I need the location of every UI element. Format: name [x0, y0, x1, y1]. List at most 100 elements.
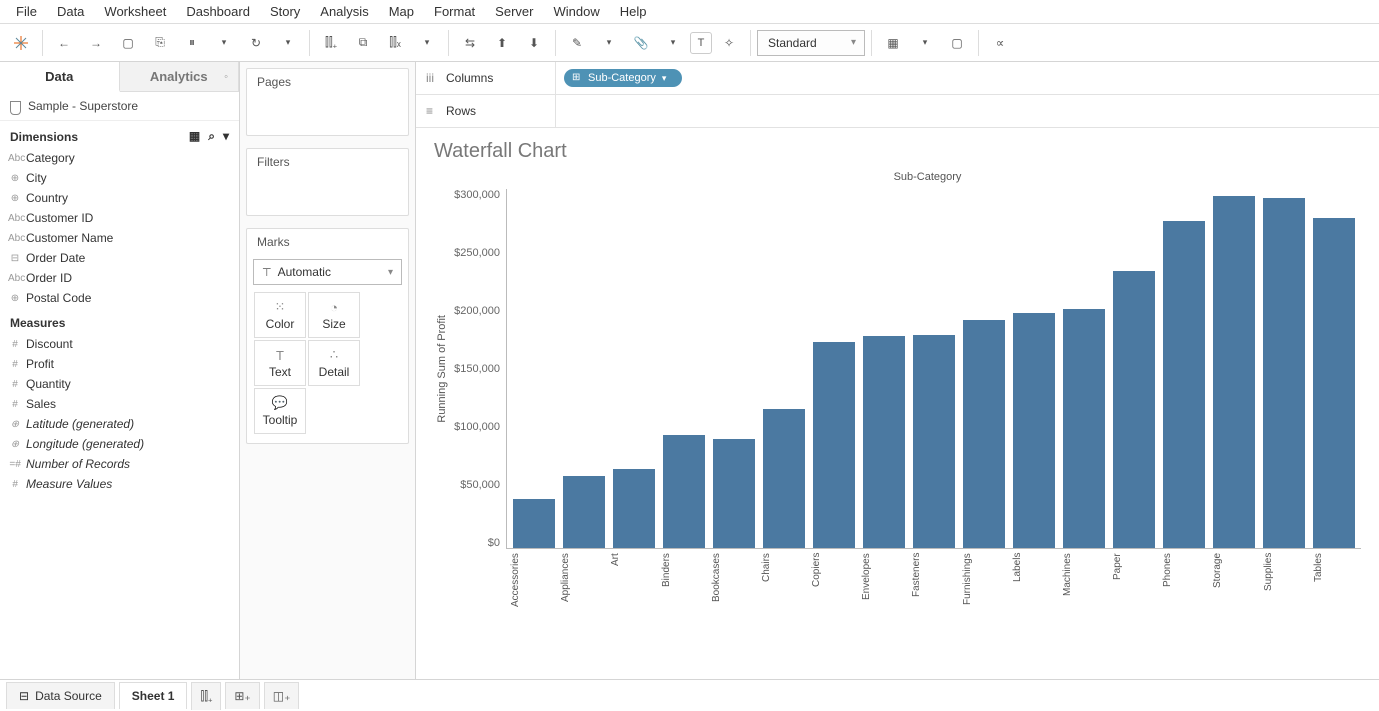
- bar-bookcases[interactable]: [713, 439, 755, 548]
- tooltip-icon: 💬: [272, 395, 288, 411]
- sort-desc-icon[interactable]: ⬇: [519, 28, 549, 58]
- new-datasource-icon[interactable]: ⎘: [145, 28, 175, 58]
- new-story-icon[interactable]: ◫₊: [264, 682, 300, 709]
- datasource-name[interactable]: Sample - Superstore: [0, 92, 239, 121]
- text-label-icon[interactable]: T: [690, 32, 712, 54]
- field-postal-code[interactable]: ⊕Postal Code: [0, 288, 239, 308]
- x-tick: Envelopes: [861, 553, 903, 623]
- x-tick: Chairs: [761, 553, 803, 623]
- type-icon: ⊟: [8, 253, 22, 264]
- field-country[interactable]: ⊕Country: [0, 188, 239, 208]
- tab-sheet1[interactable]: Sheet 1: [119, 682, 188, 709]
- field-measure-values[interactable]: #Measure Values: [0, 474, 239, 494]
- field-order-date[interactable]: ⊟Order Date: [0, 248, 239, 268]
- refresh-icon[interactable]: ↻: [241, 28, 271, 58]
- dropdown-caret-icon[interactable]: ▾: [594, 28, 624, 58]
- bar-labels[interactable]: [1013, 313, 1055, 548]
- tab-datasource[interactable]: ⊟Data Source: [6, 682, 115, 709]
- menu-caret-icon[interactable]: ▾: [223, 129, 229, 144]
- rows-shelf[interactable]: ≡Rows: [416, 95, 1379, 128]
- field-latitude-generated-[interactable]: ⊕Latitude (generated): [0, 414, 239, 434]
- field-order-id[interactable]: AbcOrder ID: [0, 268, 239, 288]
- field-profit[interactable]: #Profit: [0, 354, 239, 374]
- mark-color[interactable]: ⁙Color: [254, 292, 306, 338]
- field-quantity[interactable]: #Quantity: [0, 374, 239, 394]
- duplicate-sheet-icon[interactable]: ⧉: [348, 28, 378, 58]
- field-customer-id[interactable]: AbcCustomer ID: [0, 208, 239, 228]
- field-city[interactable]: ⊕City: [0, 168, 239, 188]
- dropdown-caret-icon[interactable]: ▾: [209, 28, 239, 58]
- y-tick: $150,000: [454, 363, 500, 375]
- menu-format[interactable]: Format: [424, 1, 485, 22]
- type-icon: #: [8, 339, 22, 350]
- mark-tooltip[interactable]: 💬Tooltip: [254, 388, 306, 434]
- field-category[interactable]: AbcCategory: [0, 148, 239, 168]
- view-icon[interactable]: ▦: [189, 129, 200, 144]
- measures-list: #Discount#Profit#Quantity#Sales⊕Latitude…: [0, 334, 239, 494]
- menu-story[interactable]: Story: [260, 1, 310, 22]
- dropdown-caret-icon[interactable]: ▾: [910, 28, 940, 58]
- bar-envelopes[interactable]: [863, 336, 905, 548]
- type-icon: #: [8, 479, 22, 490]
- bar-storage[interactable]: [1213, 196, 1255, 548]
- dropdown-caret-icon[interactable]: ▾: [412, 28, 442, 58]
- bar-supplies[interactable]: [1263, 198, 1305, 548]
- bar-appliances[interactable]: [563, 476, 605, 548]
- sort-asc-icon[interactable]: ⬆: [487, 28, 517, 58]
- swap-icon[interactable]: ⇆: [455, 28, 485, 58]
- pin-icon[interactable]: ✧: [714, 28, 744, 58]
- share-icon[interactable]: ∝: [985, 28, 1015, 58]
- bar-chairs[interactable]: [763, 409, 805, 548]
- chart-title[interactable]: Waterfall Chart: [434, 140, 1361, 163]
- new-worksheet-icon[interactable]: ⫿⫿₊: [316, 28, 346, 58]
- search-icon[interactable]: ⌕: [208, 129, 215, 144]
- bar-binders[interactable]: [663, 435, 705, 548]
- show-me-icon[interactable]: ▦: [878, 28, 908, 58]
- field-discount[interactable]: #Discount: [0, 334, 239, 354]
- menu-map[interactable]: Map: [379, 1, 424, 22]
- menu-worksheet[interactable]: Worksheet: [94, 1, 176, 22]
- menu-server[interactable]: Server: [485, 1, 543, 22]
- bar-machines[interactable]: [1063, 309, 1105, 548]
- pause-icon[interactable]: ⏸: [177, 28, 207, 58]
- field-customer-name[interactable]: AbcCustomer Name: [0, 228, 239, 248]
- bar-fasteners[interactable]: [913, 335, 955, 548]
- clear-sheet-icon[interactable]: ⫿⫿ₓ: [380, 28, 410, 58]
- bar-phones[interactable]: [1163, 221, 1205, 548]
- dropdown-caret-icon[interactable]: ▾: [273, 28, 303, 58]
- bar-art[interactable]: [613, 469, 655, 548]
- new-worksheet-icon[interactable]: ⫿⫿₊: [191, 682, 221, 710]
- tableau-logo-icon[interactable]: [6, 28, 36, 58]
- menu-help[interactable]: Help: [610, 1, 657, 22]
- mark-size[interactable]: ◔Size: [308, 292, 360, 338]
- highlight-icon[interactable]: ✎: [562, 28, 592, 58]
- field-sales[interactable]: #Sales: [0, 394, 239, 414]
- menu-dashboard[interactable]: Dashboard: [176, 1, 260, 22]
- tab-analytics[interactable]: Analytics: [120, 62, 240, 91]
- bar-accessories[interactable]: [513, 499, 555, 548]
- save-icon[interactable]: ▢: [113, 28, 143, 58]
- mark-type-select[interactable]: Automatic: [253, 259, 402, 285]
- redo-icon[interactable]: →: [81, 28, 111, 58]
- columns-pill-subcategory[interactable]: Sub-Category: [564, 69, 682, 87]
- presentation-icon[interactable]: ▢: [942, 28, 972, 58]
- columns-shelf[interactable]: iiiColumns Sub-Category: [416, 62, 1379, 95]
- bar-tables[interactable]: [1313, 218, 1355, 548]
- new-dashboard-icon[interactable]: ⊞₊: [225, 682, 259, 709]
- fit-dropdown[interactable]: Standard: [757, 30, 865, 56]
- dropdown-caret-icon[interactable]: ▾: [658, 28, 688, 58]
- bar-paper[interactable]: [1113, 271, 1155, 548]
- field-number-of-records[interactable]: =#Number of Records: [0, 454, 239, 474]
- bar-furnishings[interactable]: [963, 320, 1005, 548]
- mark-text[interactable]: TText: [254, 340, 306, 386]
- undo-icon[interactable]: ←: [49, 28, 79, 58]
- group-icon[interactable]: 📎: [626, 28, 656, 58]
- menu-file[interactable]: File: [6, 1, 47, 22]
- menu-analysis[interactable]: Analysis: [310, 1, 378, 22]
- field-longitude-generated-[interactable]: ⊕Longitude (generated): [0, 434, 239, 454]
- tab-data[interactable]: Data: [0, 62, 120, 92]
- mark-detail[interactable]: ∴Detail: [308, 340, 360, 386]
- menu-window[interactable]: Window: [543, 1, 609, 22]
- menu-data[interactable]: Data: [47, 1, 94, 22]
- bar-copiers[interactable]: [813, 342, 855, 548]
